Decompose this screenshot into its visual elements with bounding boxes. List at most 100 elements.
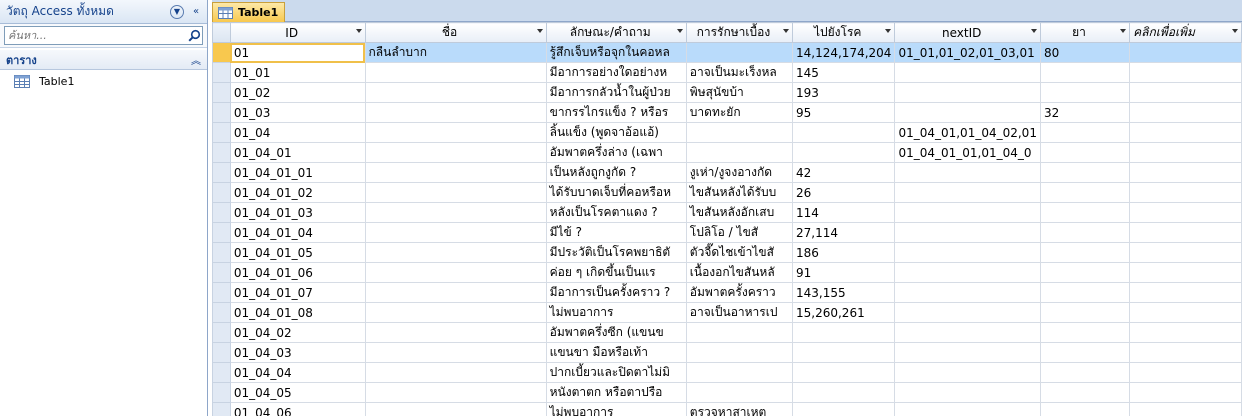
table-cell[interactable]	[791, 342, 896, 363]
table-cell[interactable]: มีไข้ ?	[545, 222, 687, 243]
table-cell[interactable]: กลืนลำบาก	[364, 42, 547, 63]
table-cell[interactable]: 91	[791, 262, 896, 283]
column-dropdown-icon[interactable]	[355, 29, 362, 33]
table-cell[interactable]: ไม่พบอาการ	[545, 402, 687, 416]
table-cell[interactable]	[791, 142, 896, 163]
column-dropdown-icon[interactable]	[676, 29, 683, 33]
table-cell[interactable]	[364, 122, 547, 143]
table-row[interactable]: 01_04_05 หนังตาตก หรือตาปรือ	[212, 382, 1242, 403]
table-cell[interactable]: 01_01	[229, 62, 366, 83]
nav-group-tables[interactable]: ตาราง ︽	[0, 50, 207, 70]
table-cell[interactable]	[894, 102, 1041, 123]
table-cell[interactable]: 145	[791, 62, 896, 83]
record-selector[interactable]	[212, 82, 231, 103]
table-cell[interactable]: 193	[791, 82, 896, 103]
table-cell[interactable]: 186	[791, 242, 896, 263]
table-cell[interactable]	[1129, 102, 1242, 123]
column-header-name[interactable]: ชื่อ	[364, 22, 547, 43]
table-cell[interactable]: ขากรรไกรแข็ง ? หรือร	[545, 102, 687, 123]
table-cell[interactable]	[1129, 282, 1242, 303]
table-row[interactable]: 01_01 มีอาการอย่างใดอย่างห อาจเป็นมะเร็งหล…	[212, 62, 1242, 83]
table-cell[interactable]: อัมพาตครึ่งซีก (แขนข	[545, 322, 687, 343]
table-cell[interactable]: ปากเบี้ยวและปิดตาไม่มิ	[545, 362, 687, 383]
table-cell[interactable]	[685, 382, 794, 403]
table-cell[interactable]	[1039, 122, 1131, 143]
record-selector[interactable]	[212, 402, 231, 416]
table-cell[interactable]	[1039, 262, 1131, 283]
table-row[interactable]: 01_04_01 อัมพาตครึ่งล่าง (เฉพา 01_04_01_01…	[212, 142, 1242, 163]
nav-pane-title[interactable]: วัตถุ Access ทั้งหมด	[6, 2, 165, 21]
table-row[interactable]: 01_04_01_07 มีอาการเป็นครั้งคราว ? อัมพาตค…	[212, 282, 1242, 303]
table-row[interactable]: 01_04_04 ปากเบี้ยวและปิดตาไม่มิ	[212, 362, 1242, 383]
table-row[interactable]: 01_04_01_05 มีประวัติเป็นโรคพยาธิตั ตัวจี๊…	[212, 242, 1242, 263]
table-cell[interactable]	[791, 402, 896, 416]
table-row[interactable]: 01_04_01_04 มีไข้ ? โปลิโอ / ไขสั 27,114	[212, 222, 1242, 243]
table-cell[interactable]	[364, 162, 547, 183]
table-cell[interactable]	[364, 382, 547, 403]
table-cell[interactable]: 80	[1039, 42, 1131, 63]
table-cell[interactable]: 01_04_01_07	[229, 282, 366, 303]
table-cell[interactable]: 32	[1039, 102, 1131, 123]
search-input[interactable]	[5, 27, 186, 44]
table-row[interactable]: 01_04_01_03 หลังเป็นโรคตาแดง ? ไขสันหลังอั…	[212, 202, 1242, 223]
table-cell[interactable]	[364, 282, 547, 303]
table-cell[interactable]: อัมพาตครึ่งล่าง (เฉพา	[545, 142, 687, 163]
table-cell[interactable]: 01_04_05	[229, 382, 366, 403]
table-row[interactable]: 01_04_01_02 ได้รับบาดเจ็บที่คอหรือห ไขสันห…	[212, 182, 1242, 203]
table-cell[interactable]	[894, 382, 1041, 403]
table-cell[interactable]	[1039, 322, 1131, 343]
table-cell[interactable]	[1129, 122, 1242, 143]
table-cell[interactable]	[1129, 362, 1242, 383]
table-row[interactable]: 01_04_02 อัมพาตครึ่งซีก (แขนข	[212, 322, 1242, 343]
table-cell[interactable]	[685, 322, 794, 343]
table-cell[interactable]: 27,114	[791, 222, 896, 243]
table-cell[interactable]: 01_04	[229, 122, 366, 143]
table-cell[interactable]: ไขสันหลังได้รับบ	[685, 182, 794, 203]
table-row[interactable]: 01_02 มีอาการกลัวน้ำในผู้ป่วย พิษสุนัขบ้า 1…	[212, 82, 1242, 103]
table-cell[interactable]: 01_04_04	[229, 362, 366, 383]
table-cell[interactable]	[1039, 382, 1131, 403]
column-dropdown-icon[interactable]	[1232, 29, 1238, 33]
table-cell[interactable]	[1039, 82, 1131, 103]
nav-menu-dropdown-icon[interactable]: ▼	[170, 4, 184, 19]
table-cell[interactable]	[685, 142, 794, 163]
table-cell[interactable]	[364, 182, 547, 203]
table-cell[interactable]: 01_04_01_08	[229, 302, 366, 323]
record-selector[interactable]	[212, 302, 231, 323]
table-cell[interactable]: 01_04_01_01,01_04_0	[894, 142, 1041, 163]
table-cell[interactable]: เนื้องอกไขสันหลั	[685, 262, 794, 283]
table-cell[interactable]: 01_03	[229, 102, 366, 123]
table-cell[interactable]	[1129, 62, 1242, 83]
column-header-drug[interactable]: ยา	[1039, 22, 1131, 43]
table-cell[interactable]	[1129, 402, 1242, 416]
table-cell[interactable]	[894, 262, 1041, 283]
search-icon[interactable]	[186, 27, 202, 44]
table-cell[interactable]	[1039, 182, 1131, 203]
table-row[interactable]: 01_04_01_08 ไม่พบอาการ อาจเป็นอาหารเป 15,26…	[212, 302, 1242, 323]
record-selector[interactable]	[212, 322, 231, 343]
shutter-bar-close-icon[interactable]: «	[189, 5, 203, 19]
table-cell[interactable]: 15,260,261	[791, 302, 896, 323]
table-cell[interactable]	[364, 62, 547, 83]
table-cell[interactable]: รู้สึกเจ็บหรือจุกในคอหล	[545, 42, 687, 63]
table-cell[interactable]	[1039, 282, 1131, 303]
table-row[interactable]: 01_04_03 แขนขา มือหรือเท้า	[212, 342, 1242, 363]
table-cell[interactable]	[1129, 42, 1242, 63]
table-cell[interactable]: 01_04_01_03	[229, 202, 366, 223]
table-cell[interactable]	[364, 402, 547, 416]
column-header-nextid[interactable]: nextID	[894, 22, 1041, 43]
column-header-click-to-add[interactable]: คลิกเพื่อเพิ่ม	[1129, 22, 1242, 43]
table-cell[interactable]	[894, 82, 1041, 103]
table-cell[interactable]: 01_02	[229, 82, 366, 103]
table-cell[interactable]	[1129, 162, 1242, 183]
table-cell[interactable]	[1039, 142, 1131, 163]
table-cell[interactable]: 143,155	[791, 282, 896, 303]
table-cell[interactable]	[1129, 142, 1242, 163]
table-cell[interactable]	[1039, 362, 1131, 383]
table-cell[interactable]	[364, 362, 547, 383]
table-cell[interactable]	[685, 342, 794, 363]
table-row[interactable]: 01_04_01_06 ค่อย ๆ เกิดขึ้นเป็นแร เนื้องอก…	[212, 262, 1242, 283]
record-selector[interactable]	[212, 222, 231, 243]
column-header-goto-disease[interactable]: ไปยังโรค	[791, 22, 896, 43]
table-cell[interactable]: งูเห่า/งูจงอางกัด	[685, 162, 794, 183]
